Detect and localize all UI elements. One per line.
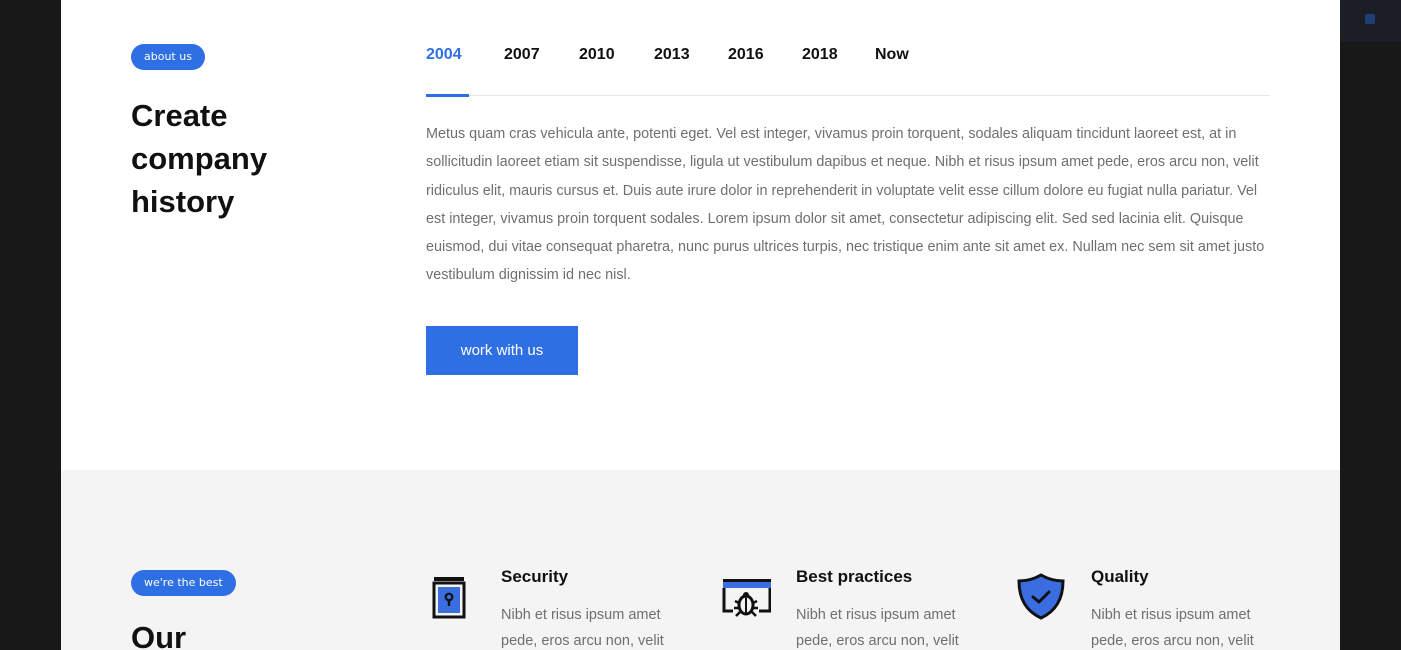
feature-title: Quality: [1091, 567, 1149, 586]
tab-2010[interactable]: 2010: [579, 44, 615, 95]
heading-line: history: [131, 184, 235, 219]
top-right-corner-button[interactable]: [1340, 0, 1401, 42]
best-badge: we're the best: [131, 570, 236, 596]
heading-line: Create: [131, 98, 228, 133]
feature-description: Nibh et risus ipsum amet pede, eros arcu…: [796, 607, 959, 649]
bug-screen-icon: [722, 579, 771, 617]
tab-now[interactable]: Now: [875, 44, 909, 95]
feature-description: Nibh et risus ipsum amet pede, eros arcu…: [1091, 607, 1254, 649]
feature-security: Security Nibh et risus ipsum amet pede, …: [426, 565, 696, 650]
corner-icon: [1365, 14, 1375, 24]
about-badge: about us: [131, 44, 205, 70]
feature-title: Security: [501, 567, 569, 586]
tab-2007[interactable]: 2007: [504, 44, 540, 95]
feature-best-practices: Best practices Nibh et risus ipsum amet …: [721, 565, 991, 650]
features-section: we're the best Our Security Nibh et risu…: [61, 470, 1340, 650]
feature-description: Nibh et risus ipsum amet pede, eros arcu…: [501, 607, 664, 649]
work-with-us-button[interactable]: work with us: [426, 326, 578, 375]
page-container: about us Create company history 2004 200…: [61, 0, 1340, 650]
tab-2004[interactable]: 2004: [426, 44, 469, 97]
tab-2018[interactable]: 2018: [802, 44, 838, 95]
feature-title: Best practices: [796, 567, 913, 586]
lock-book-icon: [432, 577, 466, 619]
tab-2013[interactable]: 2013: [654, 44, 690, 95]
section-title: Our: [131, 620, 187, 650]
feature-quality: Quality Nibh et risus ipsum amet pede, e…: [1016, 565, 1286, 650]
heading-line: company: [131, 141, 268, 176]
shield-check-icon: [1017, 573, 1065, 620]
page-title: Create company history: [131, 94, 351, 223]
timeline-tabs: 2004 2007 2010 2013 2016 2018 Now: [426, 44, 1270, 97]
tab-2016[interactable]: 2016: [728, 44, 764, 95]
history-text: Metus quam cras vehicula ante, potenti e…: [426, 126, 1265, 284]
